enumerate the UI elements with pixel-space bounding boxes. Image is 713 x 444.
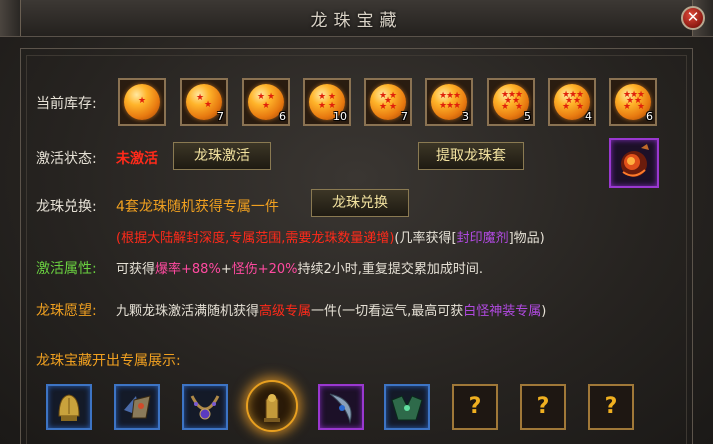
- star-icon: ★: [637, 102, 646, 112]
- attribute-p1: 可获得: [116, 262, 156, 277]
- exchange-note: (根据大陆解封深度,专属范围,需要龙珠数量递增)(几率获得[封印魔剂]物品): [116, 227, 545, 246]
- showcase-slot-3[interactable]: [182, 384, 228, 430]
- unknown-item-mark: ?: [536, 394, 550, 419]
- unknown-item-mark: ?: [468, 394, 482, 419]
- wish-p5: ): [541, 304, 547, 319]
- star-icon: ★: [318, 101, 327, 111]
- dragonball-slot[interactable]: ★ ★ ★ ★ ★ ★ ★ 4: [548, 78, 596, 126]
- wish-advanced-exclusive: 高级专属: [259, 304, 312, 319]
- star-icon: ★: [389, 102, 398, 112]
- dragonball-count: 7: [401, 110, 408, 123]
- exchange-text: 4套龙珠随机获得专属一件: [116, 199, 279, 215]
- star-icon: ★: [501, 102, 510, 112]
- dragonball-slot[interactable]: ★: [118, 78, 166, 126]
- emerald-armor-icon: [391, 395, 423, 421]
- star-icon: ★: [576, 102, 585, 112]
- wish-p1: 九颗龙珠激活满随机获得: [116, 304, 260, 319]
- showcase-slot-2[interactable]: [114, 384, 160, 430]
- dragonball-count: 6: [646, 110, 653, 123]
- inventory-label: 当前库存:: [36, 96, 97, 112]
- dragon-treasure-window: 龙珠宝藏 ✕ 当前库存: ★ ★ ★ 7 ★ ★ ★ 6 ★ ★ ★ ★ 10 ★ ★ ★ ★ ★ 7 ★ ★ ★ ★ ★ ★ 3…: [0, 0, 713, 444]
- exchange-note-red: (根据大陆解封深度,专属范围,需要龙珠数量递增): [116, 231, 395, 246]
- star-icon: ★: [453, 91, 462, 101]
- showcase-slot-8[interactable]: ?: [520, 384, 566, 430]
- wish-text: 九颗龙珠激活满随机获得高级专属一件(一切看运气,最高可获白怪神装专属): [116, 300, 546, 319]
- showcase-label: 龙珠宝藏开出专属展示:: [36, 353, 181, 369]
- attribute-label: 激活属性:: [36, 261, 97, 277]
- title-bar[interactable]: 龙珠宝藏 ✕: [0, 0, 713, 37]
- window-title: 龙珠宝藏: [310, 11, 403, 31]
- activate-dragonball-button[interactable]: 龙珠激活: [173, 142, 271, 170]
- crescent-blade-icon: [329, 393, 352, 424]
- star-icon: ★: [379, 102, 388, 112]
- attribute-p3: +: [220, 262, 232, 277]
- star-icon: ★: [453, 101, 462, 111]
- showcase-slot-5[interactable]: [318, 384, 364, 430]
- dragonball-slot[interactable]: ★ ★ ★ 6: [242, 78, 290, 126]
- star-icon: ★: [262, 101, 271, 111]
- showcase-slot-9[interactable]: ?: [588, 384, 634, 430]
- helmet-icon: [58, 394, 80, 421]
- dragonball-icon: ★: [124, 84, 160, 120]
- showcase-slot-4[interactable]: [246, 380, 298, 432]
- attribute-p5: 持续2小时,重复提交累加成时间.: [297, 262, 484, 277]
- dragonball-slot[interactable]: ★ ★ ★ ★ ★ 7: [364, 78, 412, 126]
- attribute-text: 可获得爆率+88%+怪伤+20%持续2小时,重复提交累加成时间.: [116, 258, 483, 277]
- sealed-item-slot[interactable]: [609, 138, 659, 188]
- dragonball-slot[interactable]: ★ ★ ★ ★ 10: [303, 78, 351, 126]
- dragonball-slot[interactable]: ★ ★ ★ ★ ★ ★ ★ 5: [487, 78, 535, 126]
- unknown-item-mark: ?: [604, 394, 618, 419]
- dragonball-count: 4: [585, 110, 592, 123]
- dragonball-count: 6: [279, 110, 286, 123]
- star-icon: ★: [204, 100, 213, 110]
- exchange-note-mid: (几率获得[: [394, 231, 457, 246]
- dragonball-count: 3: [462, 110, 469, 123]
- exchange-label: 龙珠兑换:: [36, 199, 97, 215]
- star-icon: ★: [196, 93, 205, 103]
- dragonball-slot[interactable]: ★ ★ ★ ★ ★ ★ ★ 6: [609, 78, 657, 126]
- extract-dragonball-set-button[interactable]: 提取龙珠套: [418, 142, 524, 170]
- dragonball-count: 10: [333, 110, 347, 123]
- activation-status-value: 未激活: [116, 151, 158, 167]
- sealed-potion-icon: [621, 144, 649, 177]
- exchange-dragonball-button[interactable]: 龙珠兑换: [311, 189, 409, 217]
- necklace-icon: [190, 395, 220, 420]
- winged-armor-icon: [124, 395, 151, 419]
- showcase-slot-1[interactable]: [46, 384, 92, 430]
- star-icon: ★: [562, 102, 571, 112]
- star-icon: ★: [138, 96, 147, 106]
- star-icon: ★: [623, 102, 632, 112]
- showcase-slot-7[interactable]: ?: [452, 384, 498, 430]
- wish-white-monster-gear: 白怪神装专属: [463, 304, 542, 319]
- showcase-slot-6[interactable]: [384, 384, 430, 430]
- dragonball-count: 5: [524, 110, 531, 123]
- attribute-monster-damage: 怪伤+20%: [231, 262, 298, 277]
- dragonball-slot[interactable]: ★ ★ 7: [180, 78, 228, 126]
- dragonball-count: 7: [217, 110, 224, 123]
- close-button[interactable]: ✕: [681, 6, 705, 30]
- exchange-note-purple: 封印魔剂: [456, 231, 509, 246]
- attribute-drop-rate: 爆率+88%: [155, 262, 221, 277]
- dragonball-slot[interactable]: ★ ★ ★ ★ ★ ★ 3: [425, 78, 473, 126]
- exchange-note-end: ]物品): [508, 231, 545, 246]
- wish-p3: 一件(一切看运气,最高可获: [311, 304, 464, 319]
- wish-label: 龙珠愿望:: [36, 303, 97, 319]
- golden-statue-icon: [264, 394, 280, 422]
- activation-status-label: 激活状态:: [36, 151, 97, 167]
- star-icon: ★: [515, 102, 524, 112]
